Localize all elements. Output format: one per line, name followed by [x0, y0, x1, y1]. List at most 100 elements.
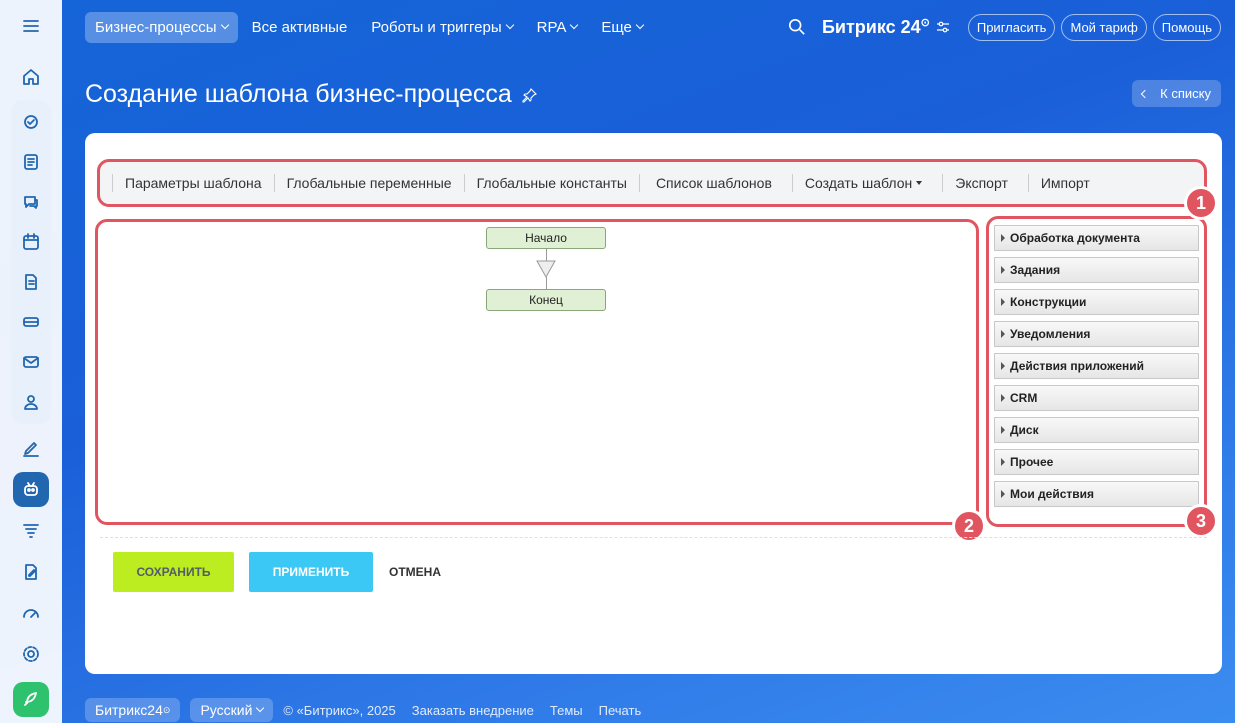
save-button[interactable]: СОХРАНИТЬ	[113, 552, 234, 592]
home-icon[interactable]	[13, 59, 49, 94]
nav-item-label: Все активные	[251, 18, 348, 36]
search-icon[interactable]	[788, 18, 806, 36]
cancel-button[interactable]: ОТМЕНА	[389, 552, 441, 592]
palette-other[interactable]: Прочее	[994, 449, 1199, 475]
toolbar-divider	[463, 174, 465, 192]
palette-document-processing[interactable]: Обработка документа	[994, 225, 1199, 251]
palette-app-actions[interactable]: Действия приложений	[994, 353, 1199, 379]
end-node[interactable]: Конец	[486, 289, 606, 311]
logo-mark: ⊙	[920, 17, 930, 29]
expand-icon	[1001, 298, 1005, 306]
page-title: Создание шаблона бизнес-процесса	[85, 80, 538, 109]
nav-item-label: RPA	[536, 18, 567, 36]
news-icon[interactable]	[13, 144, 49, 180]
nav-item-business-processes[interactable]: Бизнес-процессы	[85, 11, 238, 43]
menu-icon[interactable]	[13, 8, 49, 43]
apply-button[interactable]: ПРИМЕНИТЬ	[249, 552, 373, 592]
chevron-left-icon	[1140, 89, 1150, 98]
create-template-button[interactable]: Создать шаблон	[805, 175, 923, 191]
chat-icon[interactable]	[13, 184, 49, 220]
bitrix-logo[interactable]: Битрикс 24⊙	[822, 16, 930, 38]
footer: Битрикс24 ⊙ Русский © «Битрикс», 2025 Зак…	[85, 698, 657, 722]
callout-badge-3: 3	[1184, 504, 1218, 538]
nav-item-label: Бизнес-процессы	[95, 18, 217, 36]
rocket-icon[interactable]	[13, 681, 49, 717]
palette-disk[interactable]: Диск	[994, 417, 1199, 443]
expand-icon	[1001, 234, 1005, 242]
toolbar-divider	[638, 174, 640, 192]
back-to-list-label: К списку	[1160, 86, 1211, 101]
activity-palette: Обработка документа Задания Конструкции …	[986, 216, 1207, 527]
tasks-icon[interactable]	[13, 104, 49, 140]
expand-icon	[1001, 490, 1005, 498]
palette-crm[interactable]: CRM	[994, 385, 1199, 411]
print-link[interactable]: Печать	[599, 703, 642, 718]
document-icon[interactable]	[13, 264, 49, 300]
page-title-text: Создание шаблона бизнес-процесса	[85, 80, 512, 108]
expand-icon	[1001, 426, 1005, 434]
header-right: Битрикс 24⊙ Пригласить Мой тариф Помощь	[788, 0, 1235, 54]
export-button[interactable]: Экспорт	[955, 175, 1008, 191]
designer-card: Параметры шаблона Глобальные переменные …	[85, 133, 1222, 674]
sidebar-group	[11, 100, 51, 425]
expand-icon	[1001, 458, 1005, 466]
speed-icon[interactable]	[13, 595, 49, 630]
filter-icon[interactable]	[13, 513, 49, 548]
import-button[interactable]: Импорт	[1041, 175, 1090, 191]
sign-icon[interactable]	[13, 430, 49, 465]
logo-text: Битрикс 24	[821, 17, 921, 37]
palette-item-label: CRM	[1010, 391, 1038, 405]
brand-mark: ⊙	[162, 704, 171, 715]
edit-icon[interactable]	[13, 554, 49, 589]
palette-item-label: Диск	[1010, 423, 1039, 437]
contacts-icon[interactable]	[13, 384, 49, 420]
start-node[interactable]: Начало	[486, 227, 606, 249]
invite-button[interactable]: Пригласить	[967, 13, 1056, 41]
copyright-text: © «Битрикс», 2025	[283, 702, 396, 718]
global-variables-button[interactable]: Глобальные переменные	[287, 175, 452, 191]
designer-toolbar: Параметры шаблона Глобальные переменные …	[97, 159, 1207, 207]
help-button[interactable]: Помощь	[1152, 13, 1221, 41]
nav-item-all-active[interactable]: Все активные	[242, 12, 358, 43]
expand-icon	[1001, 330, 1005, 338]
nav-item-more[interactable]: Еще	[591, 12, 653, 43]
language-select[interactable]: Русский	[190, 698, 274, 722]
palette-item-label: Мои действия	[1010, 487, 1095, 501]
palette-notifications[interactable]: Уведомления	[994, 321, 1199, 347]
footer-brand-text: Битрикс24	[95, 702, 163, 718]
template-list-button[interactable]: Список шаблонов	[656, 175, 772, 191]
automation-icon[interactable]	[13, 471, 49, 507]
order-link[interactable]: Заказать внедрение	[412, 703, 534, 718]
tariff-button[interactable]: Мой тариф	[1061, 13, 1147, 41]
palette-item-label: Задания	[1010, 263, 1061, 277]
pin-icon[interactable]	[522, 87, 538, 103]
connector-arrow-icon	[536, 260, 556, 278]
global-constants-button[interactable]: Глобальные константы	[477, 175, 627, 191]
palette-constructions[interactable]: Конструкции	[994, 289, 1199, 315]
mail-icon[interactable]	[13, 344, 49, 380]
nav-item-label: Роботы и триггеры	[371, 18, 502, 36]
chevron-down-icon	[635, 20, 645, 30]
nav-item-rpa[interactable]: RPA	[527, 12, 588, 43]
palette-item-label: Обработка документа	[1010, 231, 1140, 245]
caret-down-icon	[916, 181, 923, 185]
toolbar-divider	[1027, 174, 1029, 192]
back-to-list-button[interactable]: К списку	[1132, 80, 1221, 107]
template-params-button[interactable]: Параметры шаблона	[125, 175, 262, 191]
footer-brand[interactable]: Битрикс24 ⊙	[85, 698, 181, 722]
tune-icon[interactable]	[936, 20, 950, 34]
palette-tasks[interactable]: Задания	[994, 257, 1199, 283]
palette-item-label: Прочее	[1010, 455, 1054, 469]
toolbar-divider	[791, 174, 793, 192]
drive-icon[interactable]	[13, 304, 49, 340]
nav-item-robots[interactable]: Роботы и триггеры	[361, 12, 522, 43]
calendar-icon[interactable]	[13, 224, 49, 260]
palette-item-label: Уведомления	[1010, 327, 1091, 341]
themes-link[interactable]: Темы	[550, 703, 583, 718]
palette-my-actions[interactable]: Мои действия	[994, 481, 1199, 507]
expand-icon	[1001, 266, 1005, 274]
settings-icon[interactable]	[13, 637, 49, 672]
palette-item-label: Действия приложений	[1010, 359, 1145, 373]
toolbar-divider	[112, 174, 113, 192]
designer-canvas[interactable]: Начало Конец	[95, 219, 979, 525]
